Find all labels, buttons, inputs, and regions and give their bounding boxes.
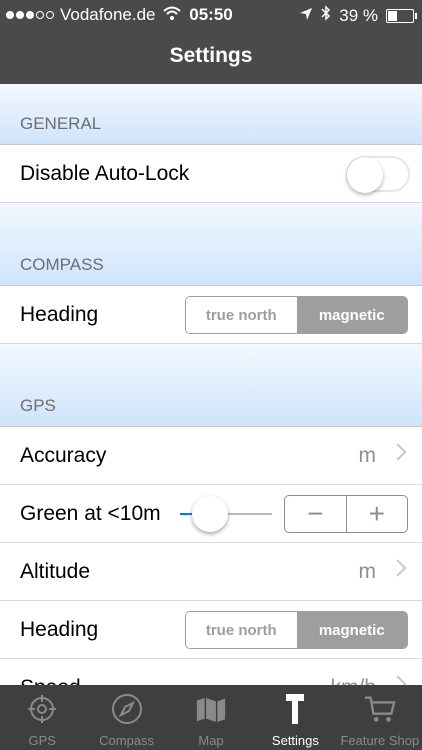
compass-heading-label: Heading: [20, 303, 99, 326]
section-title: GENERAL: [20, 114, 102, 133]
auto-lock-label: Disable Auto-Lock: [20, 162, 190, 185]
altitude-unit: m: [358, 560, 377, 583]
tab-label: Settings: [271, 733, 319, 748]
tab-map[interactable]: Map: [169, 685, 253, 750]
bluetooth-icon: [321, 5, 331, 26]
chevron-right-icon: [389, 559, 407, 577]
tab-label: Compass: [99, 733, 155, 748]
section-header-compass: COMPASS: [0, 203, 422, 286]
compass-heading-segmented-control: true north magnetic: [185, 296, 408, 334]
status-right: 39 %: [299, 5, 417, 26]
accuracy-label: Accuracy: [20, 444, 107, 467]
gps-heading-label: Heading: [20, 618, 99, 641]
section-header-gps: GPS: [0, 344, 422, 427]
location-arrow-icon: [299, 6, 313, 26]
speed-unit: km/h: [330, 676, 376, 685]
speed-row[interactable]: Speed km/h: [0, 659, 422, 685]
segment-true-north[interactable]: true north: [186, 297, 297, 333]
gps-heading-row: Heading true north magnetic: [0, 601, 422, 659]
speed-label: Speed: [20, 676, 81, 685]
crosshair-icon: [26, 693, 58, 725]
gps-heading-segmented-control: true north magnetic: [185, 611, 408, 649]
hammer-icon: [279, 693, 311, 725]
navigation-bar: Settings: [0, 30, 422, 84]
tab-feature-shop[interactable]: Feature Shop: [338, 685, 422, 750]
slider-thumb[interactable]: [192, 496, 228, 532]
tab-bar: GPS Compass Map Settings Feature Shop: [0, 685, 422, 750]
segment-true-north[interactable]: true north: [186, 612, 297, 648]
altitude-row[interactable]: Altitude m: [0, 543, 422, 601]
auto-lock-row: Disable Auto-Lock: [0, 145, 422, 203]
battery-percent: 39 %: [339, 5, 378, 25]
map-icon: [195, 693, 227, 725]
section-header-general: GENERAL: [0, 84, 422, 145]
battery-icon: [386, 8, 417, 23]
accuracy-unit: m: [358, 444, 377, 467]
tab-label: Map: [198, 733, 224, 748]
chevron-right-icon: [389, 675, 407, 685]
accuracy-row[interactable]: Accuracy m: [0, 427, 422, 485]
cart-icon: [364, 693, 396, 725]
tab-compass[interactable]: Compass: [84, 685, 168, 750]
segment-magnetic[interactable]: magnetic: [296, 612, 407, 648]
status-bar: Vodafone.de 05:50 39 %: [0, 0, 422, 30]
green-threshold-slider[interactable]: [180, 496, 272, 532]
compass-icon: [111, 693, 143, 725]
auto-lock-toggle[interactable]: [346, 156, 410, 193]
stepper-minus-button[interactable]: −: [285, 496, 347, 532]
chevron-right-icon: [389, 443, 407, 461]
altitude-label: Altitude: [20, 560, 91, 583]
segment-magnetic[interactable]: magnetic: [296, 297, 407, 333]
settings-list[interactable]: GENERAL Disable Auto-Lock COMPASS Headin…: [0, 84, 422, 685]
page-title: Settings: [169, 44, 253, 67]
tab-gps[interactable]: GPS: [0, 685, 84, 750]
green-threshold-row: Green at <10m − +: [0, 485, 422, 543]
green-threshold-label: Green at <10m: [20, 502, 161, 525]
toggle-knob: [347, 157, 383, 193]
tab-settings[interactable]: Settings: [253, 685, 337, 750]
green-threshold-stepper: − +: [284, 495, 408, 533]
compass-heading-row: Heading true north magnetic: [0, 286, 422, 344]
section-title: COMPASS: [20, 255, 104, 274]
section-title: GPS: [20, 396, 56, 415]
stepper-plus-button[interactable]: +: [347, 496, 408, 532]
tab-label: GPS: [28, 733, 56, 748]
tab-label: Feature Shop: [340, 733, 420, 748]
